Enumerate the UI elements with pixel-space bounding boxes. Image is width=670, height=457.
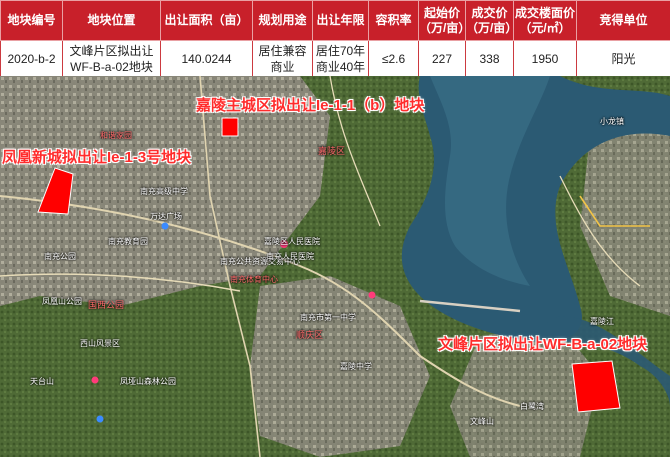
poi-yuandayi[interactable]: 南充市第一中学 [300, 312, 356, 323]
poi-nanchong-gongyuan[interactable]: 南充公园 [44, 251, 76, 262]
plot-wenfeng[interactable] [571, 360, 621, 413]
cell-far: ≤2.6 [368, 40, 419, 77]
poi-ji-county[interactable]: 嘉陵区 [318, 144, 345, 157]
cell-term: 居住70年商业40年 [312, 40, 369, 77]
table-row: 2020-b-2 文峰片区拟出让WF-B-a-02地块 140.0244 居住兼… [0, 40, 670, 77]
cell-floor-price: 1950 [513, 40, 577, 77]
header-area: 出让面积（亩） [160, 0, 253, 41]
cell-plot-id: 2020-b-2 [0, 40, 63, 77]
header-plot-id: 地块编号 [0, 0, 63, 41]
satellite-map[interactable]: 嘉陵主城区拟出让Ie-1-1（b）地块 凤凰新城拟出让Ie-1-3号地块 文峰片… [0, 76, 670, 457]
cell-area: 140.0244 [160, 40, 253, 77]
label-wenfeng-plot: 文峰片区拟出让WF-B-a-02地块 [438, 336, 648, 353]
cell-start-price: 227 [418, 40, 466, 77]
poi-xishan[interactable]: 西山风景区 [80, 338, 120, 349]
cell-winner: 阳光 [576, 40, 670, 77]
poi-guoxi[interactable]: 国西公园 [88, 298, 124, 311]
poi-shuncheng[interactable]: 顺庆区 [296, 328, 323, 341]
poi-wanda[interactable]: 万达广场 [150, 211, 182, 222]
poi-nanchong-gaozhong[interactable]: 南充高级中学 [140, 186, 188, 197]
header-start-price: 起始价（万/亩） [418, 0, 470, 41]
poi-wenfeng-shi[interactable]: 文峰山 [470, 416, 494, 427]
poi-jialingjiang[interactable]: 嘉陵江 [590, 316, 614, 327]
poi-nanchong-tiyu[interactable]: 南充体育中心 [230, 274, 278, 285]
poi-tiantai[interactable]: 天台山 [30, 376, 54, 387]
header-winner: 竞得单位 [576, 0, 670, 41]
cell-location: 文峰片区拟出让WF-B-a-02地块 [62, 40, 161, 77]
poi-fenghuangshan[interactable]: 凤凰山公园 [42, 296, 82, 307]
header-deal-price: 成交价（万/亩） [465, 0, 517, 41]
cell-deal-price: 338 [465, 40, 514, 77]
header-location: 地块位置 [62, 0, 161, 41]
poi-nanchongren[interactable]: 南充人民医院 [266, 251, 314, 262]
poi-jiazhuang[interactable]: 嘉陵中学 [340, 361, 372, 372]
label-fenghuang-plot: 凤凰新城拟出让Ie-1-3号地块 [2, 149, 192, 166]
cell-usage: 居住兼容商业 [252, 40, 313, 77]
plot-jialing[interactable] [221, 117, 239, 137]
header-term: 出让年限 [312, 0, 369, 41]
poi-fengshui[interactable]: 凤垭山森林公园 [120, 376, 176, 387]
poi-bailu[interactable]: 白鹭湾 [520, 401, 544, 412]
header-floor-price: 成交楼面价（元/㎡） [513, 0, 577, 41]
table-header-row: 地块编号 地块位置 出让面积（亩） 规划用途 出让年限 容积率 起始价（万/亩）… [0, 0, 670, 41]
poi-jialing-renmin[interactable]: 嘉陵区人民医院 [264, 236, 320, 247]
land-auction-table: 地块编号 地块位置 出让面积（亩） 规划用途 出让年限 容积率 起始价（万/亩）… [0, 0, 670, 77]
header-usage: 规划用途 [252, 0, 313, 41]
poi-hexie[interactable]: 和谐家园 [100, 130, 132, 141]
header-far: 容积率 [368, 0, 419, 41]
poi-nanchong-jiaoyuan[interactable]: 南充教育园 [108, 236, 148, 247]
poi-xiaolong[interactable]: 小龙镇 [600, 116, 624, 127]
label-jialing-plot: 嘉陵主城区拟出让Ie-1-1（b）地块 [196, 97, 425, 114]
